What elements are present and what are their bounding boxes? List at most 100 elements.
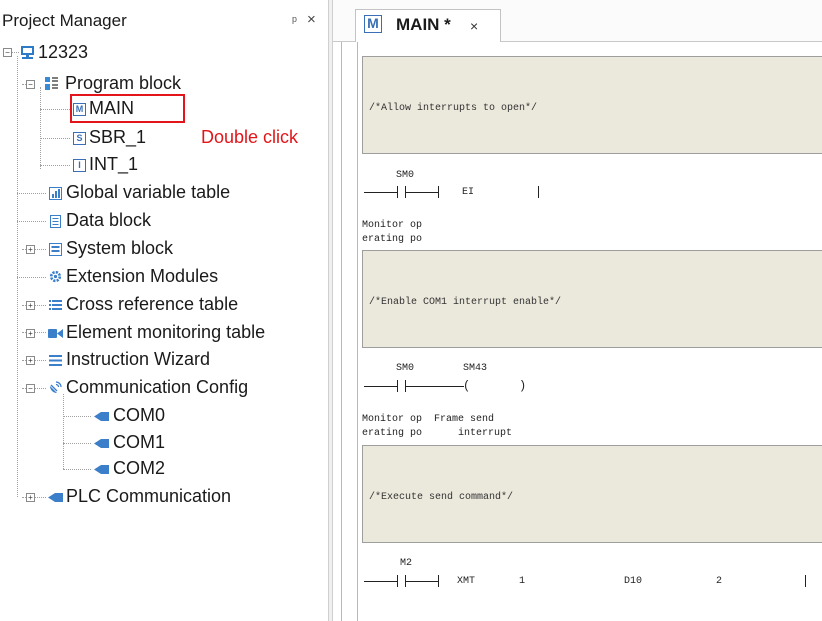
- instruction-bracket: [438, 186, 439, 198]
- pin-icon[interactable]: ᵖ: [292, 13, 297, 28]
- tree-item-label: 12323: [38, 42, 89, 62]
- connector-plug-icon: [94, 439, 109, 448]
- tree-item-label: System block: [66, 238, 174, 258]
- symbol-comment: Monitor op: [362, 414, 423, 425]
- subroutine-icon: S: [73, 132, 86, 145]
- network-comment[interactable]: /*Enable COM1 interrupt enable*/: [362, 250, 822, 348]
- video-camera-icon: [48, 329, 63, 338]
- tree-item-label: INT_1: [89, 154, 139, 174]
- expand-toggle[interactable]: +: [26, 356, 35, 365]
- tree-item-label: Element monitoring table: [66, 322, 266, 342]
- tree-item-element-monitoring-table[interactable]: + Element monitoring table: [0, 320, 325, 346]
- instruction-bracket: [805, 575, 806, 587]
- tree-item-int1[interactable]: I INT_1: [0, 152, 200, 178]
- coil-comment: Frame send: [434, 414, 495, 425]
- tree-item-label: Extension Modules: [66, 266, 219, 286]
- list-icon: [49, 300, 62, 310]
- tree-item-root[interactable]: − 12323: [0, 40, 320, 66]
- tree-item-label: PLC Communication: [66, 486, 232, 506]
- tree-item-com1[interactable]: COM1: [0, 430, 200, 456]
- panel-close-icon[interactable]: ×: [307, 11, 316, 28]
- panel-title: Project Manager: [2, 11, 127, 30]
- system-block-icon: [49, 243, 62, 256]
- tree-item-plc-communication[interactable]: + PLC Communication: [0, 484, 320, 510]
- expand-toggle[interactable]: +: [26, 329, 35, 338]
- menu-lines-icon: [49, 355, 62, 366]
- contact-bar: [397, 186, 398, 198]
- network-comment[interactable]: /*Allow interrupts to open*/: [362, 56, 822, 154]
- tree-item-communication-config[interactable]: − Communication Config: [0, 375, 320, 401]
- data-block-icon: [50, 215, 61, 228]
- tab-main[interactable]: M MAIN * ×: [355, 9, 501, 42]
- ladder-wire: [364, 192, 397, 193]
- tree-item-com2[interactable]: COM2: [0, 456, 200, 482]
- interrupt-icon: I: [73, 159, 86, 172]
- tree-item-label: SBR_1: [89, 127, 147, 147]
- tree-item-label: Data block: [66, 210, 152, 230]
- contact-address: SM0: [396, 363, 415, 374]
- expand-toggle[interactable]: +: [26, 301, 35, 310]
- instruction-name: EI: [462, 187, 475, 198]
- tab-label: MAIN *: [396, 15, 451, 34]
- contact-bar: [397, 575, 398, 587]
- ladder-editor[interactable]: /*Allow interrupts to open*/ SM0 EI Moni…: [333, 42, 822, 621]
- symbol-comment: erating po: [362, 234, 423, 245]
- instruction-argument: 2: [716, 576, 723, 587]
- program-block-icon: [45, 77, 58, 90]
- tree-item-system-block[interactable]: + System block: [0, 236, 320, 262]
- instruction-bracket: [438, 575, 439, 587]
- tree-item-label: Instruction Wizard: [66, 349, 211, 369]
- tree-item-label: Communication Config: [66, 377, 249, 397]
- tree-item-cross-reference-table[interactable]: + Cross reference table: [0, 292, 320, 318]
- ladder-wire: [364, 581, 397, 582]
- connector-plug-icon: [48, 493, 63, 502]
- collapse-toggle[interactable]: −: [3, 48, 12, 57]
- power-rail: [357, 42, 358, 621]
- power-rail: [341, 42, 342, 621]
- tree-item-label: COM0: [113, 405, 166, 425]
- contact-address: M2: [400, 558, 413, 569]
- collapse-toggle[interactable]: −: [26, 384, 35, 393]
- ladder-wire: [405, 581, 438, 582]
- comment-text: /*Allow interrupts to open*/: [369, 103, 538, 114]
- tree-item-com0[interactable]: COM0: [0, 403, 200, 429]
- instruction-argument: 1: [519, 576, 526, 587]
- contact-bar: [397, 380, 398, 392]
- tab-strip: M MAIN * ×: [333, 0, 822, 42]
- coil-open: (: [463, 379, 471, 393]
- variable-table-icon: [49, 187, 62, 200]
- panel-header: Project Manager ᵖ ×: [0, 8, 328, 35]
- instruction-name: XMT: [457, 576, 476, 587]
- tree-item-label: Cross reference table: [66, 294, 239, 314]
- coil-comment: interrupt: [458, 428, 513, 439]
- coil-close: ): [519, 379, 527, 393]
- collapse-toggle[interactable]: −: [26, 80, 35, 89]
- gear-icon: [49, 270, 62, 283]
- tree-item-instruction-wizard[interactable]: + Instruction Wizard: [0, 347, 320, 373]
- instruction-bracket: [538, 186, 539, 198]
- symbol-comment: Monitor op: [362, 220, 423, 231]
- expand-toggle[interactable]: +: [26, 245, 35, 254]
- connector-plug-icon: [94, 412, 109, 421]
- highlight-box: [70, 94, 185, 123]
- contact-address: SM0: [396, 170, 415, 181]
- tree-item-label: Program block: [65, 73, 182, 93]
- comment-text: /*Enable COM1 interrupt enable*/: [369, 297, 562, 308]
- tree-item-sbr1[interactable]: S SBR_1: [0, 125, 200, 151]
- ladder-wire: [405, 386, 464, 387]
- tree-item-label: Global variable table: [66, 182, 231, 202]
- network-comment[interactable]: /*Execute send command*/: [362, 445, 822, 543]
- expand-toggle[interactable]: +: [26, 493, 35, 502]
- symbol-comment: erating po: [362, 428, 423, 439]
- tree-item-data-block[interactable]: Data block: [0, 208, 320, 234]
- tree-item-extension-modules[interactable]: Extension Modules: [0, 264, 320, 290]
- comment-text: /*Execute send command*/: [369, 492, 514, 503]
- tab-close-icon[interactable]: ×: [470, 18, 478, 34]
- ladder-wire: [405, 192, 438, 193]
- coil-address: SM43: [463, 363, 488, 374]
- ladder-wire: [364, 386, 397, 387]
- computer-icon: [21, 46, 34, 59]
- satellite-dish-icon: [50, 381, 62, 393]
- tree-item-global-variable-table[interactable]: Global variable table: [0, 180, 320, 206]
- main-program-icon: M: [364, 15, 382, 33]
